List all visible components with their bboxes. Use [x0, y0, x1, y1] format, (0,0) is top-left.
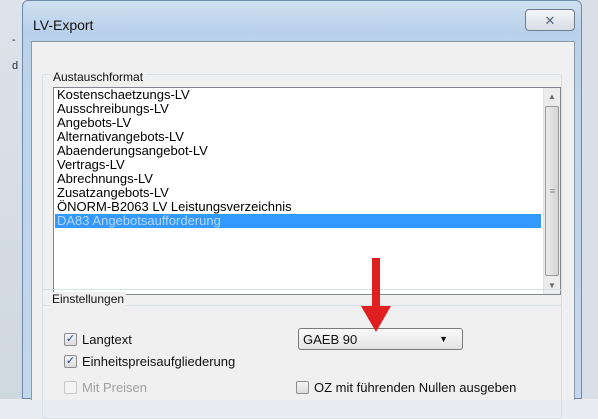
red-arrow-down-icon	[361, 258, 391, 332]
red-arrow-head	[361, 306, 391, 332]
red-arrow-shaft	[372, 258, 380, 310]
